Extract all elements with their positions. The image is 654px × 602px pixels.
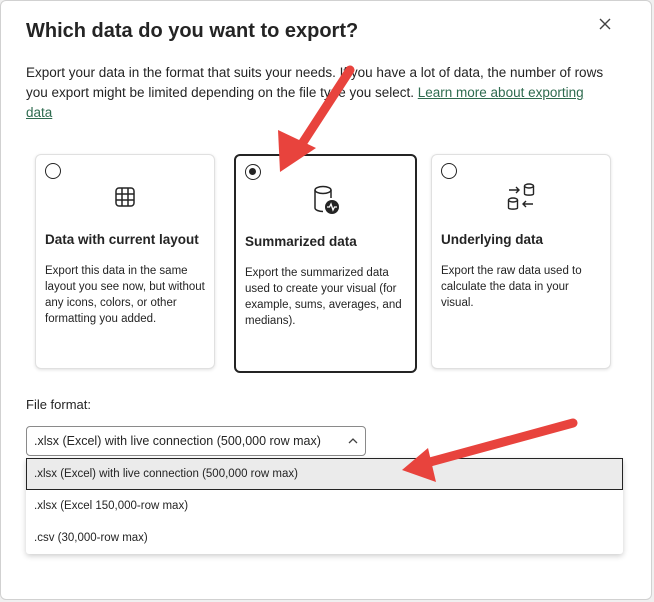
option-title: Data with current layout [45, 232, 199, 247]
dropdown-option[interactable]: .xlsx (Excel 150,000-row max) [26, 490, 623, 522]
file-format-dropdown: .xlsx (Excel) with live connection (500,… [26, 458, 623, 554]
radio-underlying[interactable] [441, 163, 457, 179]
option-title: Summarized data [245, 234, 357, 249]
option-description: Export this data in the same layout you … [45, 265, 205, 325]
database-sync-icon [505, 181, 537, 218]
option-title: Underlying data [441, 232, 544, 247]
option-card-summarized[interactable]: Summarized data Export the summarized da… [234, 154, 417, 373]
option-card-underlying[interactable]: Underlying data Export the raw data used… [431, 154, 611, 369]
dialog-description: Export your data in the format that suit… [26, 63, 606, 123]
dialog-title: Which data do you want to export? [26, 20, 359, 42]
table-grid-icon [113, 185, 137, 214]
close-button[interactable] [594, 13, 616, 35]
file-format-select[interactable]: .xlsx (Excel) with live connection (500,… [26, 426, 366, 456]
dropdown-option[interactable]: .xlsx (Excel) with live connection (500,… [26, 458, 623, 490]
option-card-current-layout[interactable]: Data with current layout Export this dat… [35, 154, 215, 369]
radio-current-layout[interactable] [45, 163, 61, 179]
file-format-value: .xlsx (Excel) with live connection (500,… [34, 434, 321, 448]
radio-summarized[interactable] [245, 164, 261, 180]
database-pulse-icon [311, 184, 341, 221]
option-description: Export the raw data used to calculate th… [441, 265, 582, 309]
close-icon [599, 18, 611, 30]
file-format-label: File format: [26, 397, 92, 412]
export-dialog: Which data do you want to export? Export… [0, 0, 652, 600]
option-description: Export the summarized data used to creat… [245, 267, 402, 327]
chevron-up-icon [348, 438, 358, 444]
dropdown-option[interactable]: .csv (30,000-row max) [26, 522, 623, 554]
